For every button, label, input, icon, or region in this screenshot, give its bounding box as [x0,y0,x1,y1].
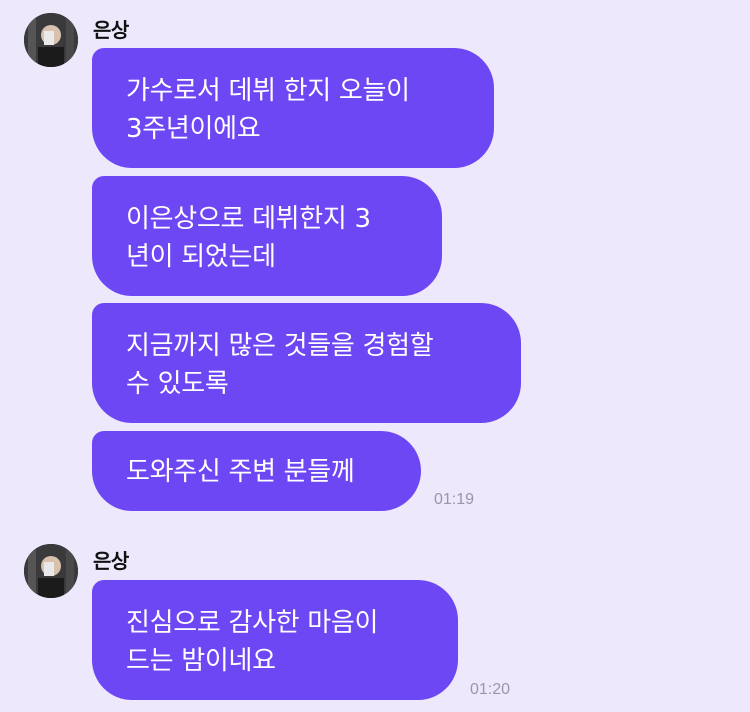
message-bubble[interactable]: 도와주신 주변 분들께 [92,431,421,511]
profile-photo-icon [24,13,78,67]
message-bubble[interactable]: 지금까지 많은 것들을 경험할 수 있도록 [92,303,521,423]
message-bubble[interactable]: 진심으로 감사한 마음이 드는 밤이네요 [92,580,458,700]
sender-avatar[interactable] [24,13,78,67]
profile-photo-icon [24,544,78,598]
sender-avatar[interactable] [24,544,78,598]
message-bubble[interactable]: 이은상으로 데뷔한지 3 년이 되었는데 [92,176,442,296]
message-line: 가수로서 데뷔 한지 오늘이 [126,76,410,106]
sender-name: 은상 [93,549,129,573]
sender-name: 은상 [93,18,129,42]
message-line: 드는 밤이네요 [126,646,276,676]
message-line: 지금까지 많은 것들을 경험할 [126,331,434,361]
message-line: 도와주신 주변 분들께 [126,457,355,487]
message-line: 이은상으로 데뷔한지 3 [126,204,371,234]
message-line: 3주년이에요 [126,114,261,144]
message-line: 년이 되었는데 [126,242,276,272]
message-timestamp: 01:19 [434,491,475,508]
message-timestamp: 01:20 [470,681,511,698]
message-line: 진심으로 감사한 마음이 [126,608,379,638]
message-bubble[interactable]: 가수로서 데뷔 한지 오늘이 3주년이에요 [92,48,494,168]
message-line: 수 있도록 [126,369,229,399]
